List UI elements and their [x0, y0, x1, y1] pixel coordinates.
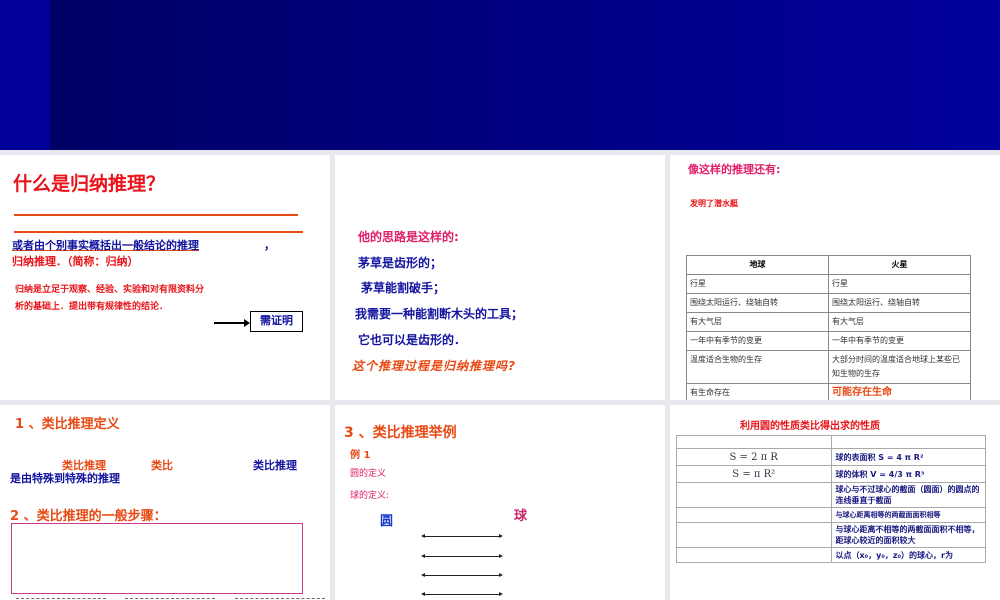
table-row: 球心与不过球心的截面（圆面）的圆点的连线垂直于截面 [676, 482, 986, 508]
blank-line [14, 214, 298, 216]
example-label: 例 1 [350, 450, 371, 461]
title-banner [0, 0, 1000, 150]
cell: 一年中有季节的变更 [686, 331, 829, 351]
double-arrow-icon [421, 554, 503, 558]
cell: 温度适合生物的生存 [686, 350, 829, 384]
note-line-2: 析的基础上．提出带有规律性的结论． [15, 302, 169, 312]
slide-thumbnail-5[interactable]: 3 、类比推理举例 例 1 圆的定义 球的定义: 圆 球 [335, 405, 665, 600]
table-row: 与球心距离相等的两截面面积相等 [676, 507, 986, 523]
circle-label: 圆 [380, 514, 394, 529]
arrow-right-icon [214, 322, 248, 324]
cell [830, 435, 986, 449]
cell [676, 507, 832, 523]
note-line-1: 归纳是立足于观察、经验、实验和对有限资料分 [15, 285, 205, 295]
table-row: 以点（x₀，y₀，z₀）的球心，r为 [676, 547, 986, 563]
heading-definition: 1 、类比推理定义 [15, 417, 120, 432]
cell-highlight: 可能存在生命 [828, 383, 971, 400]
slide-thumbnail-3[interactable]: 像这样的推理还有: 发明了潜水艇 地球 火星 行星 行星 围绕太阳运行、绕轴自转围… [670, 155, 1000, 400]
slide-thumbnail-4[interactable]: 1 、类比推理定义 类比推理 类比 类比推理 是由特殊到特殊的推理 2 、类比推… [0, 405, 330, 600]
question-text: 这个推理过程是归纳推理吗? [352, 359, 516, 373]
cell: 一年中有季节的变更 [828, 331, 971, 351]
cell: 围绕太阳运行、绕轴自转 [686, 293, 829, 313]
table-row: 一年中有季节的变更 一年中有季节的变更 [686, 331, 971, 351]
reasoning-line: 茅草是齿形的； [358, 256, 443, 270]
table-row: 温度适合生物的生存 大部分时间的温度适合地球上某些已知生物的生存 [686, 350, 971, 384]
double-arrow-icon [421, 534, 503, 538]
definition-text: 是由特殊到特殊的推理 [10, 472, 120, 485]
reasoning-line: 我需要一种能割断木头的工具； [355, 307, 524, 321]
header-earth: 地球 [686, 255, 829, 275]
comma: ， [264, 239, 275, 252]
circle-definition-label: 圆的定义 [350, 469, 387, 479]
cell: 行星 [828, 274, 971, 294]
sphere-property: 与球心距离不相等的两截面面积不相等，距球心较近的面积较大 [830, 522, 986, 548]
table-header: 地球 火星 [686, 255, 971, 275]
slide-title: 什么是归纳推理？ [13, 173, 166, 195]
cell: 行星 [686, 274, 829, 294]
proof-box: 需证明 [250, 311, 303, 332]
table-row: S = π R² 球的体积 V = 4/3 π R³ [676, 465, 986, 483]
name-line: 归纳推理．（简称：归纳） [12, 255, 139, 268]
steps-box [11, 523, 303, 594]
table-row: 行星 行星 [686, 274, 971, 294]
table-row: 与球心距离不相等的两截面面积不相等，距球心较近的面积较大 [676, 522, 986, 548]
cell: 有大气层 [828, 312, 971, 332]
slide-thumbnail-6[interactable]: 利用圆的性质类比得出求的性质 S = 2 π R 球的表面积 S = 4 π R²… [670, 405, 1000, 600]
cell [676, 522, 832, 548]
circle-formula: S = 2 π R [676, 448, 832, 466]
sphere-property: 球心与不过球心的截面（圆面）的圆点的连线垂直于截面 [830, 482, 986, 508]
table-row: 有大气层 有大气层 [686, 312, 971, 332]
term: 类比推理 [253, 459, 297, 472]
sphere-label: 球 [514, 509, 528, 524]
slide-title: 利用圆的性质类比得出求的性质 [740, 421, 880, 432]
reasoning-line: 它也可以是齿形的． [358, 333, 467, 347]
table-row [676, 435, 986, 449]
cell [676, 435, 832, 449]
property-table: S = 2 π R 球的表面积 S = 4 π R² S = π R² 球的体积 V… [676, 435, 986, 563]
header-mars: 火星 [828, 255, 971, 275]
cell: 围绕太阳运行、绕轴自转 [828, 293, 971, 313]
heading-steps: 2 、类比推理的一般步骤： [10, 509, 167, 524]
double-arrow-icon [421, 592, 503, 596]
blank-line [14, 231, 303, 233]
table-row: 有生命存在 可能存在生命 [686, 383, 971, 400]
sphere-formula: 球的体积 V = 4/3 π R³ [830, 465, 986, 483]
cell: 大部分时间的温度适合地球上某些已知生物的生存 [828, 350, 971, 384]
cell [676, 482, 832, 508]
sphere-property: 与球心距离相等的两截面面积相等 [830, 507, 986, 523]
cell: 有生命存在 [686, 383, 829, 400]
slide-thumbnail-1[interactable]: 什么是归纳推理？ 或者由个别事实概括出一般结论的推理 ， 归纳推理．（简称：归纳… [0, 155, 330, 400]
double-arrow-icon [421, 573, 503, 577]
intro-text: 他的思路是这样的: [358, 230, 459, 244]
definition-text: 或者由个别事实概括出一般结论的推理 [12, 239, 199, 252]
table-row: S = 2 π R 球的表面积 S = 4 π R² [676, 448, 986, 466]
slide-thumbnail-2[interactable]: 他的思路是这样的: 茅草是齿形的； 茅草能割破手； 我需要一种能割断木头的工具；… [335, 155, 665, 400]
comparison-table: 地球 火星 行星 行星 围绕太阳运行、绕轴自转 围绕太阳运行、绕轴自转 有大气层 有大… [686, 255, 971, 400]
slide-title: 3 、类比推理举例 [344, 425, 457, 441]
sphere-definition-label: 球的定义: [350, 491, 390, 501]
reasoning-line: 茅草能割破手； [361, 281, 446, 295]
cell: 有大气层 [686, 312, 829, 332]
sphere-property: 以点（x₀，y₀，z₀）的球心，r为 [830, 547, 986, 563]
cell [676, 547, 832, 563]
circle-formula: S = π R² [676, 465, 832, 483]
subtitle: 发明了潜水艇 [690, 199, 738, 208]
sphere-formula: 球的表面积 S = 4 π R² [830, 448, 986, 466]
term: 类比 [151, 459, 173, 472]
slide-title: 像这样的推理还有: [688, 163, 781, 176]
table-row: 围绕太阳运行、绕轴自转 围绕太阳运行、绕轴自转 [686, 293, 971, 313]
